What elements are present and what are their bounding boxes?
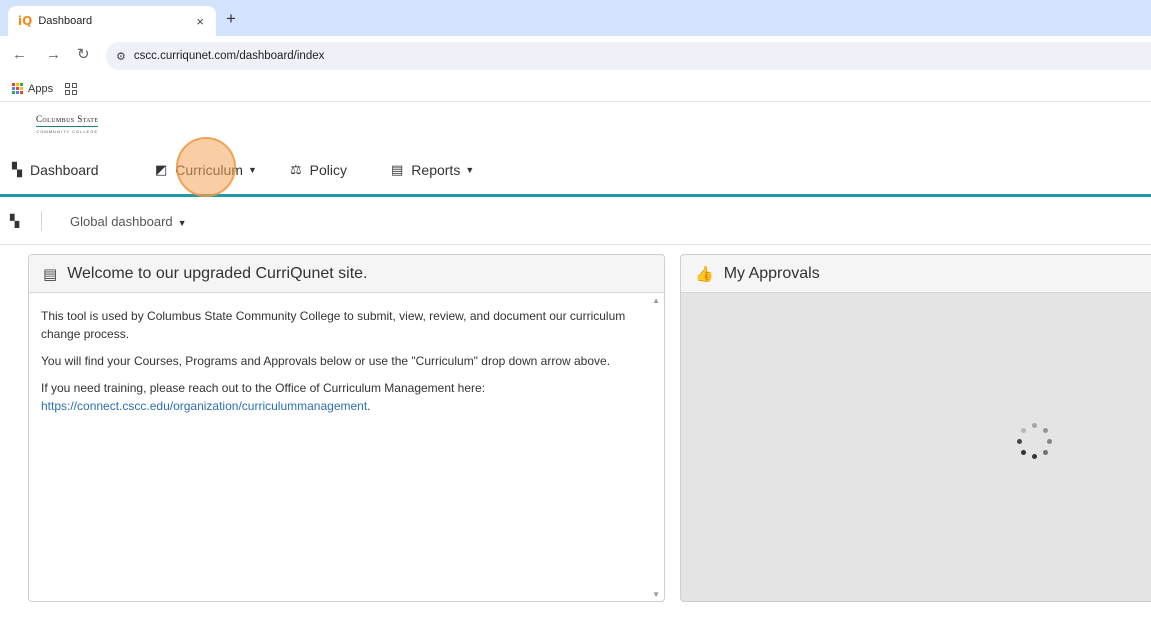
- welcome-paragraph-2: You will find your Courses, Programs and…: [41, 354, 611, 368]
- curriqunet-favicon-icon: iQ: [18, 14, 33, 28]
- welcome-panel: ▤ Welcome to our upgraded CurriQunet sit…: [28, 254, 665, 602]
- policy-icon: ⚖: [290, 162, 302, 177]
- chevron-down-icon: ▼: [247, 165, 257, 175]
- main-nav: ▚ Dashboard ◩ Curriculum ▼ ⚖ Policy ▤ Re…: [0, 150, 1151, 194]
- reload-icon[interactable]: ↻: [77, 47, 90, 63]
- nav-reports[interactable]: ▤ Reports ▼: [391, 162, 474, 178]
- back-arrow-icon[interactable]: ←: [12, 47, 27, 63]
- dashboard-settings-icon[interactable]: ▚: [10, 214, 19, 228]
- url-text: cscc.curriqunet.com/dashboard/index: [133, 50, 325, 62]
- curriculum-icon: ◩: [155, 162, 168, 177]
- welcome-panel-title: Welcome to our upgraded CurriQunet site.: [67, 264, 368, 282]
- approvals-panel-header: 👍 My Approvals: [681, 255, 1151, 293]
- dashboard-select-label: Global dashboard: [70, 214, 173, 229]
- columbus-state-logo[interactable]: Columbus State COMMUNITY COLLEGE: [36, 114, 99, 134]
- new-tab-button[interactable]: +: [226, 10, 236, 28]
- dashboard-icon: ▚: [12, 162, 22, 177]
- chevron-down-icon: ▼: [177, 218, 187, 228]
- address-bar[interactable]: ⚙ cscc.curriqunet.com/dashboard/index: [106, 42, 1151, 70]
- chevron-down-icon: ▼: [465, 165, 475, 175]
- dashboard-select[interactable]: Global dashboard ▼: [70, 214, 187, 229]
- logo-name: Columbus State: [36, 114, 99, 127]
- nav-curriculum[interactable]: ◩ Curriculum ▼: [155, 162, 257, 178]
- apps-bookmark[interactable]: Apps: [28, 83, 53, 95]
- loading-spinner-icon: [1017, 423, 1053, 459]
- curriculum-management-link[interactable]: https://connect.cscc.edu/organization/cu…: [41, 399, 367, 413]
- scroll-up-arrow-icon[interactable]: ▲: [652, 296, 660, 305]
- bookmarks-bar: Apps: [0, 76, 1151, 102]
- nav-policy-label: Policy: [309, 162, 348, 178]
- nav-curriculum-label: Curriculum: [175, 162, 243, 178]
- browser-toolbar: ← → ↻ ⚙ cscc.curriqunet.com/dashboard/in…: [0, 36, 1151, 76]
- welcome-paragraph-3: If you need training, please reach out t…: [41, 379, 641, 415]
- subheader-divider: [41, 211, 42, 231]
- apps-grid-icon[interactable]: [12, 83, 23, 94]
- welcome-paragraph-1: This tool is used by Columbus State Comm…: [41, 309, 626, 341]
- close-tab-icon[interactable]: ×: [196, 14, 204, 29]
- reports-icon: ▤: [391, 162, 404, 177]
- scroll-down-arrow-icon[interactable]: ▼: [652, 590, 660, 599]
- browser-tab[interactable]: iQ Dashboard ×: [8, 6, 216, 36]
- thumbs-up-icon: 👍: [695, 265, 714, 283]
- training-text: If you need training, please reach out t…: [41, 381, 486, 395]
- nav-reports-label: Reports: [411, 162, 461, 178]
- approvals-panel: 👍 My Approvals: [680, 254, 1151, 602]
- site-settings-icon[interactable]: ⚙: [116, 50, 126, 63]
- forward-arrow-icon[interactable]: →: [46, 47, 61, 63]
- nav-policy[interactable]: ⚖ Policy: [290, 162, 347, 178]
- welcome-panel-header: ▤ Welcome to our upgraded CurriQunet sit…: [29, 255, 664, 293]
- nav-dashboard-label: Dashboard: [30, 162, 99, 178]
- approvals-panel-title: My Approvals: [723, 264, 820, 282]
- dashboard-subheader: ▚ Global dashboard ▼: [0, 197, 1151, 245]
- browser-tabstrip: iQ Dashboard × +: [0, 0, 1151, 36]
- tab-title: Dashboard: [38, 15, 93, 27]
- welcome-panel-body: This tool is used by Columbus State Comm…: [41, 307, 641, 424]
- logo-tagline: COMMUNITY COLLEGE: [36, 129, 98, 134]
- training-text-end: .: [367, 399, 371, 413]
- document-icon: ▤: [43, 265, 58, 283]
- nav-dashboard[interactable]: ▚ Dashboard: [12, 162, 99, 178]
- tab-groups-icon[interactable]: [65, 82, 78, 95]
